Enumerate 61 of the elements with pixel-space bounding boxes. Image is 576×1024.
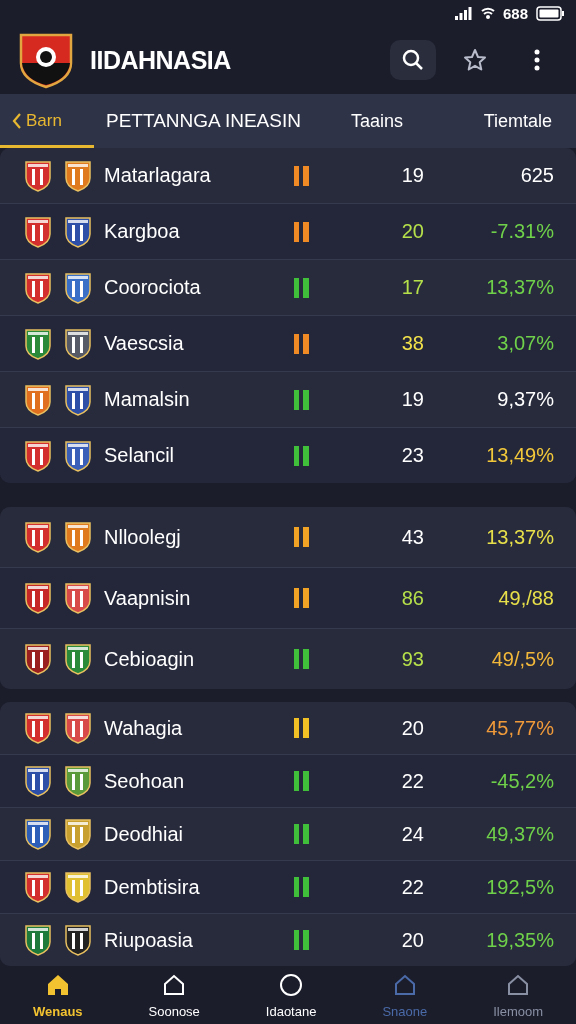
app-title: IIDAHNASIA: [90, 45, 232, 75]
played-count: 86: [400, 586, 424, 610]
battery-icon: [536, 5, 564, 21]
team-name: Selancil: [103, 444, 176, 467]
team-name: Cebioagin: [103, 647, 196, 671]
rate-value: 49,/88: [497, 586, 554, 610]
rate-value: 13,49%: [485, 444, 554, 467]
rate-value: -7.31%: [489, 220, 554, 243]
played-count: 24: [400, 822, 424, 846]
played-count: 22: [400, 875, 424, 899]
nav-item[interactable]: Ilemoom: [487, 967, 549, 1023]
team-name: Seohoan: [103, 769, 186, 793]
rate-value: 13,37%: [485, 525, 554, 549]
circle-icon: [278, 971, 305, 998]
played-count: 20: [400, 716, 424, 740]
column-header: Tiemtale: [483, 109, 552, 133]
played-count: 19: [400, 164, 424, 187]
rate-value: -45,2%: [489, 769, 554, 793]
played-count: 20: [400, 928, 424, 952]
chevron-left-icon: [12, 112, 22, 130]
played-count: 17: [400, 276, 424, 299]
team-name: Deodhiai: [103, 822, 184, 846]
team-name: Nlloolegj: [103, 525, 182, 549]
rate-value: 45,77%: [485, 716, 554, 740]
played-count: 20: [400, 220, 424, 243]
column-header: Taains: [350, 109, 403, 133]
played-count: 23: [400, 444, 424, 467]
nav-item[interactable]: Idaotane: [259, 967, 323, 1023]
played-count: 38: [400, 332, 424, 355]
team-name: Vaapnisin: [103, 586, 192, 610]
team-name: Kargboa: [103, 220, 181, 243]
club-logo-icon: [18, 31, 74, 89]
star-icon: [463, 48, 487, 72]
rate-value: 19,35%: [485, 928, 554, 952]
team-name: Mamalsin: [103, 388, 191, 411]
rate-value: 3,07%: [496, 332, 554, 355]
search-icon: [401, 48, 425, 72]
more-icon: [534, 48, 540, 72]
played-count: 22: [400, 769, 424, 793]
team-name: Coorociota: [103, 276, 202, 299]
played-count: 19: [400, 388, 424, 411]
rate-value: 13,37%: [485, 276, 554, 299]
played-count: 93: [400, 647, 424, 671]
played-count: 43: [400, 525, 424, 549]
team-name: Matarlagara: [103, 164, 212, 187]
team-name: Vaescsia: [103, 332, 185, 355]
rate-value: 49/,5%: [490, 647, 554, 671]
team-name: Wahagia: [103, 716, 184, 740]
rate-value: 625: [519, 164, 554, 187]
rate-value: 192,5%: [485, 875, 554, 899]
nav-item[interactable]: Wenaus: [26, 967, 89, 1023]
rate-value: 49,37%: [485, 822, 554, 846]
tab[interactable]: PETTANNGA INEASIN: [94, 94, 313, 148]
team-name: Riupoasia: [103, 928, 194, 952]
rate-value: 9,37%: [496, 388, 554, 411]
status-text: 688: [502, 4, 528, 22]
signal-icon: [454, 6, 473, 20]
nav-item[interactable]: Soonose: [142, 967, 206, 1023]
search-button[interactable]: [390, 40, 436, 80]
team-name: Dembtisira: [103, 875, 201, 899]
wifi-icon: [480, 6, 495, 20]
